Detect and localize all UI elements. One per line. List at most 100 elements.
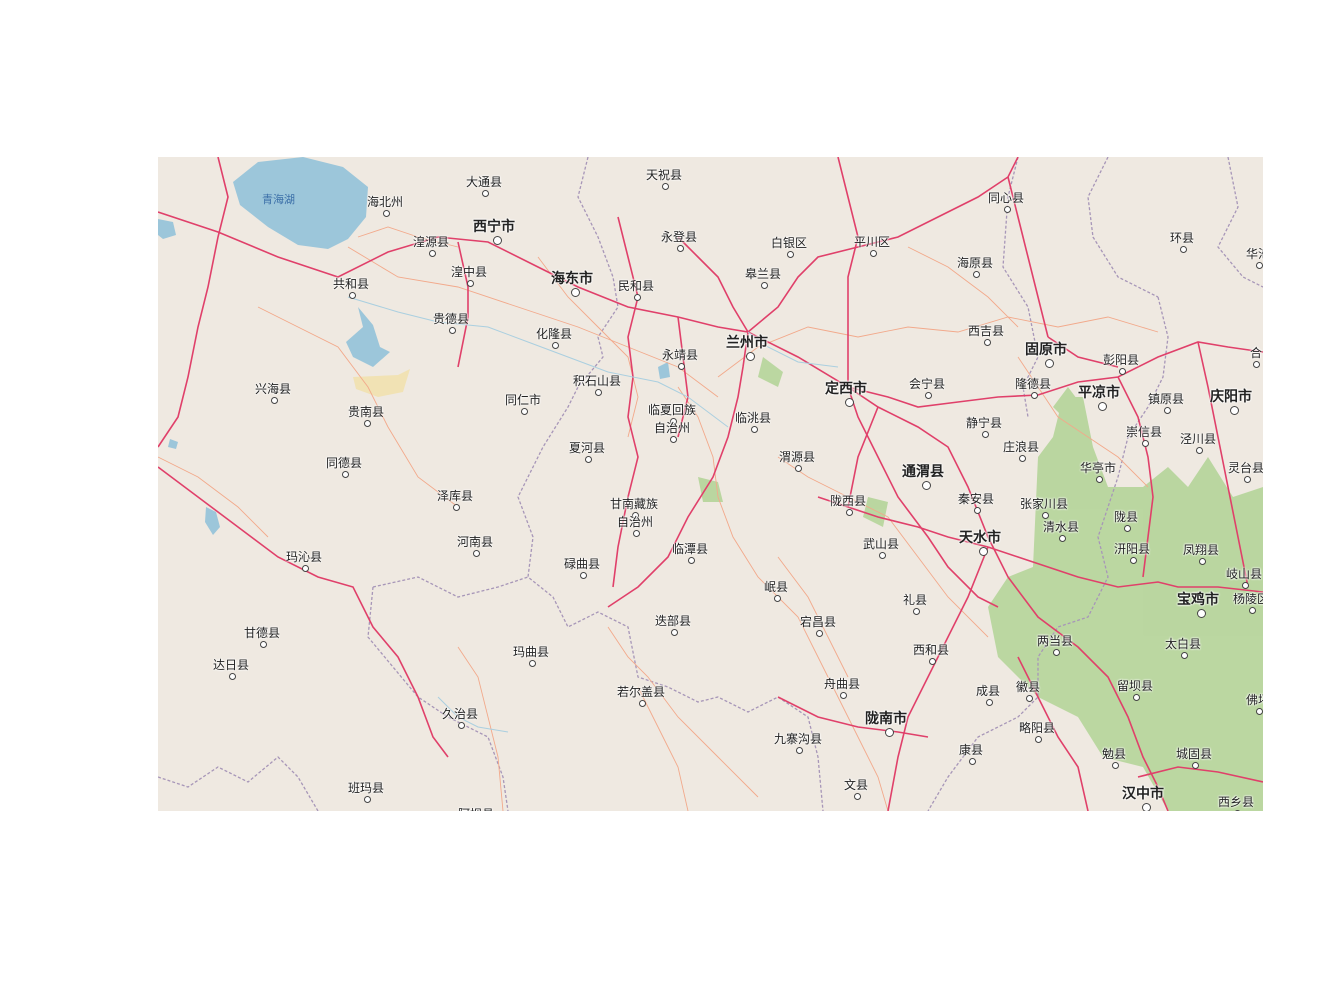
place-marker-icon bbox=[760, 282, 768, 289]
place-marker-icon bbox=[972, 271, 980, 278]
place-label[interactable]: 灵台县 bbox=[1228, 461, 1263, 475]
place-label[interactable]: 勉县 bbox=[1102, 747, 1126, 761]
place-label[interactable]: 九寨沟县 bbox=[774, 732, 822, 746]
place-label[interactable]: 自治州 bbox=[617, 515, 653, 529]
place-label[interactable]: 民和县 bbox=[618, 279, 654, 293]
place-marker-icon bbox=[1042, 512, 1049, 519]
place-label[interactable]: 汉中市 bbox=[1122, 786, 1164, 802]
place-label[interactable]: 达日县 bbox=[213, 658, 249, 672]
place-label[interactable]: 华池 bbox=[1246, 247, 1263, 261]
place-label[interactable]: 若尔盖县 bbox=[617, 685, 665, 699]
place-label[interactable]: 玛曲县 bbox=[513, 645, 549, 659]
place-label[interactable]: 渭源县 bbox=[779, 450, 815, 464]
place-label[interactable]: 通渭县 bbox=[902, 464, 944, 480]
place-label[interactable]: 合 bbox=[1250, 346, 1262, 360]
place-label[interactable]: 静宁县 bbox=[966, 416, 1002, 430]
place-label[interactable]: 泾川县 bbox=[1180, 432, 1216, 446]
place-label[interactable]: 礼县 bbox=[903, 593, 927, 607]
place-label[interactable]: 凤翔县 bbox=[1183, 543, 1219, 557]
map-viewport[interactable]: 青海湖 大通县 海北州 西宁市 湟源县 湟中县 共和县 海东市 民和县 贵德县 化隆县 天祝县 永登县… bbox=[158, 157, 1263, 811]
place-label[interactable]: 舟曲县 bbox=[824, 677, 860, 691]
place-label[interactable]: 贵南县 bbox=[348, 405, 384, 419]
place-label[interactable]: 西吉县 bbox=[968, 324, 1004, 338]
place-label[interactable]: 康县 bbox=[959, 743, 983, 757]
place-label[interactable]: 平凉市 bbox=[1078, 385, 1120, 401]
place-label[interactable]: 天祝县 bbox=[646, 168, 682, 182]
place-label[interactable]: 夏河县 bbox=[569, 441, 605, 455]
place-label[interactable]: 两当县 bbox=[1037, 634, 1073, 648]
place-label[interactable]: 环县 bbox=[1170, 231, 1194, 245]
place-label[interactable]: 杨陵区 bbox=[1233, 592, 1263, 606]
place-label[interactable]: 同心县 bbox=[988, 191, 1024, 205]
place-label[interactable]: 会宁县 bbox=[909, 377, 945, 391]
place-label[interactable]: 宕昌县 bbox=[800, 615, 836, 629]
place-label[interactable]: 同仁市 bbox=[505, 393, 541, 407]
place-label[interactable]: 迭部县 bbox=[655, 614, 691, 628]
place-label[interactable]: 永登县 bbox=[661, 230, 697, 244]
place-label[interactable]: 临潭县 bbox=[672, 542, 708, 556]
place-label[interactable]: 兰州市 bbox=[726, 335, 768, 351]
place-label[interactable]: 城固县 bbox=[1176, 747, 1212, 761]
place-label[interactable]: 久治县 bbox=[442, 707, 478, 721]
place-label[interactable]: 班玛县 bbox=[348, 781, 384, 795]
place-label[interactable]: 成县 bbox=[976, 684, 1000, 698]
place-label[interactable]: 太白县 bbox=[1165, 637, 1201, 651]
place-label[interactable]: 陇南市 bbox=[865, 711, 907, 727]
place-label[interactable]: 大通县 bbox=[466, 175, 502, 189]
place-label[interactable]: 清水县 bbox=[1043, 520, 1079, 534]
place-label[interactable]: 留坝县 bbox=[1117, 679, 1153, 693]
place-label[interactable]: 海东市 bbox=[551, 271, 593, 287]
place-label[interactable]: 共和县 bbox=[333, 277, 369, 291]
place-label[interactable]: 碌曲县 bbox=[564, 557, 600, 571]
place-label[interactable]: 隆德县 bbox=[1015, 377, 1051, 391]
place-label[interactable]: 华亭市 bbox=[1080, 461, 1116, 475]
place-label[interactable]: 甘南藏族 bbox=[610, 497, 658, 511]
place-label[interactable]: 秦安县 bbox=[958, 492, 994, 506]
place-label[interactable]: 西乡县 bbox=[1218, 795, 1254, 809]
place-label[interactable]: 张家川县 bbox=[1020, 497, 1068, 511]
place-label[interactable]: 文县 bbox=[844, 778, 868, 792]
place-label[interactable]: 同德县 bbox=[326, 456, 362, 470]
place-label[interactable]: 陇县 bbox=[1114, 510, 1138, 524]
place-label[interactable]: 略阳县 bbox=[1019, 721, 1055, 735]
place-label[interactable]: 崇信县 bbox=[1126, 425, 1162, 439]
place-label[interactable]: 徽县 bbox=[1016, 680, 1040, 694]
place-label[interactable]: 岐山县 bbox=[1226, 567, 1262, 581]
place-label[interactable]: 天水市 bbox=[959, 530, 1001, 546]
place-label[interactable]: 湟中县 bbox=[451, 265, 487, 279]
place-marker-icon bbox=[1058, 535, 1066, 542]
place-label[interactable]: 河南县 bbox=[457, 535, 493, 549]
place-label[interactable]: 泽库县 bbox=[437, 489, 473, 503]
place-label[interactable]: 定西市 bbox=[825, 381, 867, 397]
place-label[interactable]: 皋兰县 bbox=[745, 267, 781, 281]
place-label[interactable]: 化隆县 bbox=[536, 327, 572, 341]
place-label[interactable]: 海北州 bbox=[367, 195, 403, 209]
place-label[interactable]: 彭阳县 bbox=[1103, 353, 1139, 367]
place-label[interactable]: 临夏回族 bbox=[648, 403, 696, 417]
place-label[interactable]: 白银区 bbox=[771, 236, 807, 250]
place-label[interactable]: 固原市 bbox=[1025, 342, 1067, 358]
place-label[interactable]: 贵德县 bbox=[433, 312, 469, 326]
place-label[interactable]: 自治州 bbox=[654, 421, 690, 435]
place-label[interactable]: 佛坪 bbox=[1246, 693, 1263, 707]
place-label[interactable]: 庆阳市 bbox=[1210, 389, 1252, 405]
place-label[interactable]: 镇原县 bbox=[1148, 392, 1184, 406]
place-label[interactable]: 汧阳县 bbox=[1114, 542, 1150, 556]
place-label[interactable]: 平川区 bbox=[854, 235, 890, 249]
place-label[interactable]: 武山县 bbox=[863, 537, 899, 551]
place-label[interactable]: 宝鸡市 bbox=[1177, 592, 1219, 608]
place-label[interactable]: 积石山县 bbox=[573, 374, 621, 388]
place-label[interactable]: 永靖县 bbox=[662, 348, 698, 362]
place-label[interactable]: 玛沁县 bbox=[286, 550, 322, 564]
place-label[interactable]: 甘德县 bbox=[244, 626, 280, 640]
place-label[interactable]: 岷县 bbox=[764, 580, 788, 594]
place-label[interactable]: 庄浪县 bbox=[1003, 440, 1039, 454]
place-label[interactable]: 临洮县 bbox=[735, 411, 771, 425]
place-label[interactable]: 西和县 bbox=[913, 643, 949, 657]
place-label[interactable]: 兴海县 bbox=[255, 382, 291, 396]
place-label[interactable]: 阿坝县 bbox=[458, 807, 494, 811]
place-label[interactable]: 湟源县 bbox=[413, 235, 449, 249]
place-label[interactable]: 海原县 bbox=[957, 256, 993, 270]
place-label[interactable]: 陇西县 bbox=[830, 494, 866, 508]
place-label[interactable]: 西宁市 bbox=[473, 219, 515, 235]
